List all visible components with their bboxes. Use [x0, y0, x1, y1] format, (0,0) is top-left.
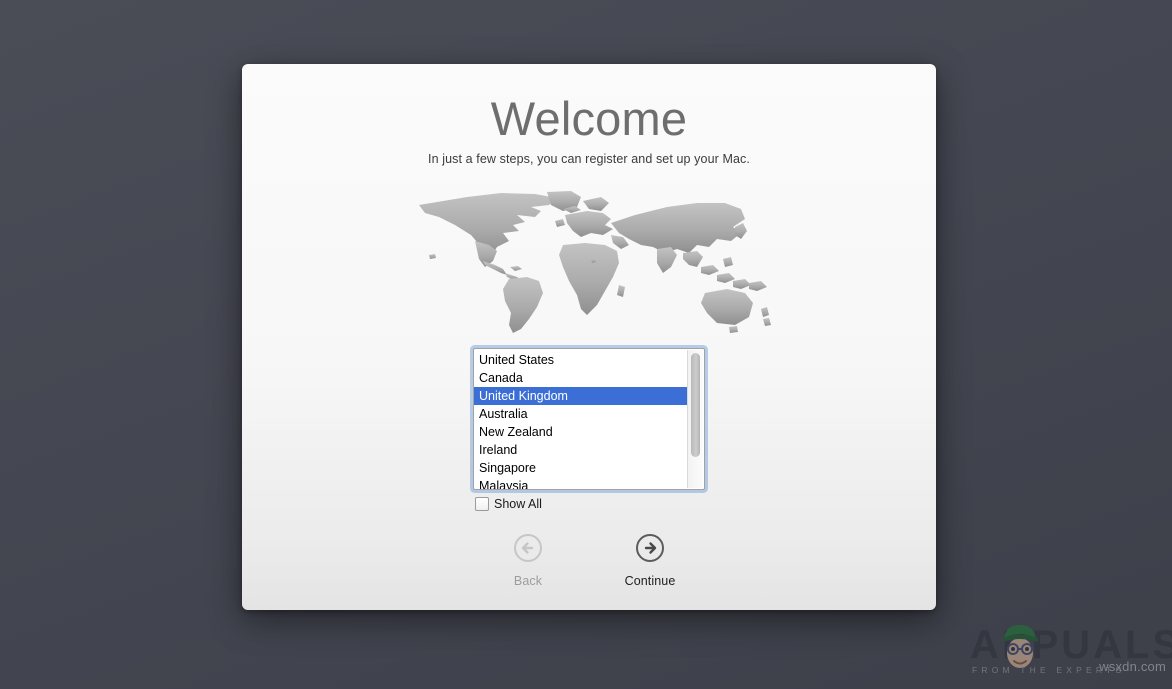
page-subtitle: In just a few steps, you can register an… — [428, 152, 750, 167]
list-item[interactable]: Canada — [474, 369, 688, 387]
scrollbar-thumb[interactable] — [691, 353, 700, 458]
checkbox-icon[interactable] — [475, 497, 489, 512]
list-item[interactable]: Australia — [474, 405, 688, 423]
arrow-left-circle-icon — [513, 533, 543, 568]
list-item[interactable]: Singapore — [474, 459, 688, 477]
setup-assistant-window: Welcome In just a few steps, you can reg… — [242, 64, 936, 610]
country-listbox[interactable]: United States Canada United Kingdom Aust… — [473, 348, 705, 491]
watermark: APPUALS FROM THE EXPERTS wsxdn.com — [970, 619, 1172, 681]
continue-button-label: Continue — [624, 574, 676, 589]
watermark-domain: wsxdn.com — [1099, 659, 1166, 674]
country-options-list[interactable]: United States Canada United Kingdom Aust… — [474, 349, 688, 489]
navigation-buttons: Back Continue — [242, 533, 936, 588]
show-all-label: Show All — [494, 497, 542, 512]
list-item[interactable]: United States — [474, 351, 688, 369]
list-item[interactable]: New Zealand — [474, 423, 688, 441]
world-map-icon — [242, 188, 936, 338]
arrow-right-circle-icon — [635, 533, 665, 568]
country-selection-region: United States Canada United Kingdom Aust… — [473, 348, 705, 512]
page-title: Welcome — [490, 92, 688, 145]
list-item[interactable]: Ireland — [474, 441, 688, 459]
show-all-row[interactable]: Show All — [473, 497, 705, 512]
back-button-label: Back — [513, 574, 543, 589]
back-button[interactable]: Back — [487, 533, 569, 588]
scrollbar[interactable] — [687, 350, 703, 489]
list-item-selected[interactable]: United Kingdom — [474, 387, 688, 406]
continue-button[interactable]: Continue — [609, 533, 691, 588]
list-item[interactable]: Malaysia — [474, 477, 688, 489]
